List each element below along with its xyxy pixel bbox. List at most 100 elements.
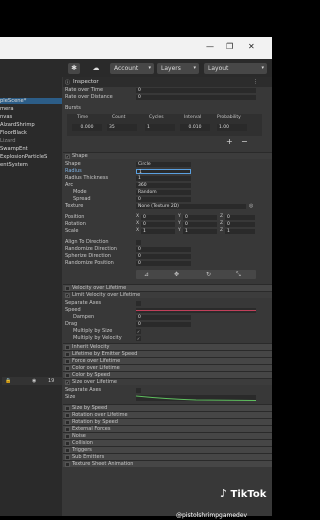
checkbox-icon[interactable]: ✓ <box>65 380 70 385</box>
hierarchy-item[interactable]: Lizard <box>0 138 16 144</box>
module-velocity-over-lifetime[interactable]: Velocity over Lifetime <box>63 284 272 291</box>
module-lifetime-emitter-speed[interactable]: Lifetime by Emitter Speed <box>63 350 272 357</box>
x-label: X <box>136 221 140 226</box>
scale-y-field[interactable]: 1 <box>183 229 217 234</box>
hierarchy-item[interactable]: FloorBlack <box>0 130 27 136</box>
arc-row: Arc 360 <box>63 182 272 189</box>
separate-axes-row: Separate Axes <box>63 300 272 307</box>
module-color-over-lifetime[interactable]: Color over Lifetime <box>63 364 272 371</box>
spher-dir-field[interactable]: 0 <box>136 254 191 259</box>
rand-pos-field[interactable]: 0 <box>136 261 191 266</box>
editor-window: — ❐ ✕ ✱ ☁ Account ▾ Layers ▾ Layout ▾ pleSc… <box>0 37 272 516</box>
lock-icon[interactable]: 🔒 <box>5 378 11 384</box>
move-icon[interactable]: ✥ <box>174 271 179 278</box>
burst-cycles-field[interactable]: 1 <box>145 124 175 131</box>
rotate-icon[interactable]: ↻ <box>206 271 211 278</box>
rate-over-distance-label: Rate over Distance <box>65 94 113 100</box>
rate-over-distance-field[interactable]: 0 <box>136 95 256 100</box>
rotation-z-field[interactable]: 0 <box>225 222 255 227</box>
scale-icon[interactable]: ⤡ <box>236 271 241 279</box>
module-shape[interactable]: ✓ Shape <box>63 152 272 159</box>
rand-dir-field[interactable]: 0 <box>136 247 191 252</box>
cloud-icon[interactable]: ☁ <box>90 63 102 74</box>
module-label: Shape <box>72 153 88 159</box>
speed-label: Speed <box>65 307 81 313</box>
module-rotation-by-speed[interactable]: Rotation by Speed <box>63 418 272 425</box>
mode-label: Mode <box>73 189 87 195</box>
hierarchy-item[interactable]: nvas <box>0 114 12 120</box>
radius-field[interactable]: 1 <box>136 169 191 175</box>
align-label: Align To Direction <box>65 239 109 245</box>
module-external-forces[interactable]: External Forces <box>63 425 272 432</box>
module-noise[interactable]: Noise <box>63 432 272 439</box>
checkbox-icon[interactable]: ✓ <box>65 293 70 298</box>
module-force-over-lifetime[interactable]: Force over Lifetime <box>63 357 272 364</box>
position-z-field[interactable]: 0 <box>225 215 255 220</box>
layout-dropdown[interactable]: Layout ▾ <box>204 63 267 74</box>
drag-field[interactable]: 0 <box>136 322 191 327</box>
layers-dropdown[interactable]: Layers ▾ <box>157 63 199 74</box>
dampen-field[interactable]: 0 <box>136 315 191 320</box>
spread-field[interactable]: 0 <box>136 197 191 202</box>
hierarchy-item[interactable]: pleScene* <box>0 98 62 104</box>
rotation-x-field[interactable]: 0 <box>141 222 175 227</box>
multiply-size-checkbox[interactable]: ✓ <box>136 329 141 334</box>
burst-probability-field[interactable]: 1.00 <box>217 124 247 131</box>
module-triggers[interactable]: Triggers <box>63 446 272 453</box>
module-color-by-speed[interactable]: Color by Speed <box>63 371 272 378</box>
restore-button[interactable]: ❐ <box>226 43 233 51</box>
add-burst-button[interactable]: + <box>226 137 233 146</box>
scale-z-field[interactable]: 1 <box>225 229 255 234</box>
separate-axes-checkbox[interactable] <box>136 388 141 393</box>
module-rotation-over-lifetime[interactable]: Rotation over Lifetime <box>63 411 272 418</box>
collab-icon[interactable]: ✱ <box>68 63 80 74</box>
multiply-size-row: Multiply by Size ✓ <box>63 328 272 335</box>
rate-over-time-field[interactable]: 0 <box>136 88 256 93</box>
bursts-row: Bursts <box>63 105 272 112</box>
hierarchy-item[interactable]: entSystem <box>0 162 28 168</box>
menu-icon[interactable]: ⋮ <box>253 79 258 85</box>
module-label: Texture Sheet Animation <box>72 461 134 467</box>
hierarchy-item[interactable]: AlzardShrimp <box>0 122 35 128</box>
shape-dropdown[interactable]: Circle <box>136 162 191 167</box>
module-size-by-speed[interactable]: Size by Speed <box>63 404 272 411</box>
account-dropdown[interactable]: Account ▾ <box>110 63 154 74</box>
close-button[interactable]: ✕ <box>248 43 255 51</box>
module-inherit-velocity[interactable]: Inherit Velocity <box>63 343 272 350</box>
y-label: Y <box>178 228 181 233</box>
position-y-field[interactable]: 0 <box>183 215 217 220</box>
eye-icon[interactable]: ◉ <box>32 378 36 384</box>
burst-count-field[interactable]: 35 <box>107 124 137 131</box>
edit-shape-icon[interactable]: ⊿ <box>144 271 149 278</box>
toolbar: ✱ ☁ Account ▾ Layers ▾ Layout ▾ <box>0 59 272 77</box>
module-texture-sheet-animation[interactable]: Texture Sheet Animation <box>63 460 272 467</box>
checkbox-icon[interactable]: ✓ <box>65 154 70 159</box>
object-picker-icon[interactable]: ◎ <box>249 203 253 210</box>
align-row: Align To Direction <box>63 239 272 246</box>
texture-field[interactable]: None (Texture 2D) <box>136 204 246 209</box>
module-size-over-lifetime[interactable]: ✓ Size over Lifetime <box>63 378 272 385</box>
scale-x-field[interactable]: 1 <box>141 229 175 234</box>
arc-field[interactable]: 360 <box>136 183 191 188</box>
size-curve[interactable] <box>136 395 256 401</box>
radius-thickness-field[interactable]: 1 <box>136 176 191 181</box>
remove-burst-button[interactable]: − <box>241 137 248 146</box>
align-checkbox[interactable] <box>136 240 141 245</box>
minimize-button[interactable]: — <box>206 43 214 51</box>
hierarchy-item[interactable]: SwampEnt <box>0 146 28 152</box>
separate-axes-checkbox[interactable] <box>136 301 141 306</box>
module-sub-emitters[interactable]: Sub Emitters <box>63 453 272 460</box>
checkbox-icon[interactable] <box>65 462 70 467</box>
rotation-y-field[interactable]: 0 <box>183 222 217 227</box>
mode-dropdown[interactable]: Random <box>136 190 191 195</box>
hierarchy-item[interactable]: ExplosionParticleS <box>0 154 47 160</box>
hierarchy-item[interactable]: mera <box>0 106 14 112</box>
burst-interval-field[interactable]: 0.010 <box>180 124 210 131</box>
position-x-field[interactable]: 0 <box>141 215 175 220</box>
module-collision[interactable]: Collision <box>63 439 272 446</box>
drag-label: Drag <box>65 321 78 327</box>
module-limit-velocity[interactable]: ✓ Limit Velocity over Lifetime <box>63 291 272 298</box>
speed-curve[interactable] <box>136 308 256 313</box>
multiply-velocity-checkbox[interactable]: ✓ <box>136 336 141 341</box>
burst-time-field[interactable]: 0.000 <box>72 124 102 131</box>
